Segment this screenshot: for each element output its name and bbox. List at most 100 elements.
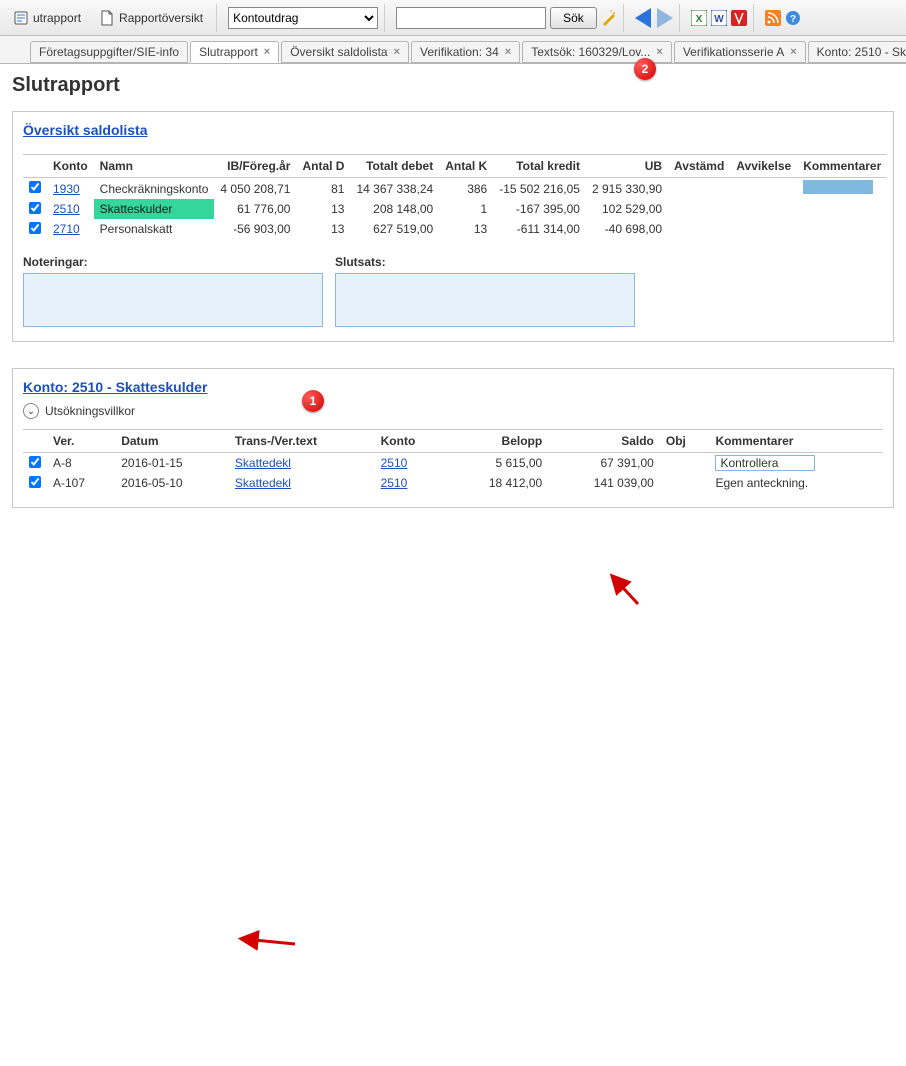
konto-link[interactable]: 2510	[381, 456, 408, 470]
doc-icon	[99, 10, 115, 26]
close-icon[interactable]: ×	[505, 46, 511, 58]
tab-label: Verifikation: 34	[420, 45, 499, 59]
search-input[interactable]	[396, 7, 546, 29]
search-button[interactable]: Sök	[550, 7, 597, 29]
tab[interactable]: Översikt saldolista×	[281, 41, 409, 63]
num-cell: 13	[296, 219, 350, 239]
row-checkbox[interactable]	[29, 202, 41, 214]
table-header: Kommentarer	[797, 155, 887, 178]
saldolista-table: KontoNamnIB/Föreg.årAntal DTotalt debetA…	[23, 154, 887, 239]
table-header: Antal D	[296, 155, 350, 178]
table-header: Saldo	[548, 430, 660, 453]
tab-strip: Företagsuppgifter/SIE-infoSlutrapport×Öv…	[0, 36, 906, 64]
table-header: Avvikelse	[730, 155, 797, 178]
num-cell: 208 148,00	[350, 199, 439, 219]
report-overview-label: Rapportöversikt	[119, 11, 203, 25]
close-icon[interactable]: ×	[264, 46, 270, 58]
table-header: Konto	[375, 430, 447, 453]
tab[interactable]: Företagsuppgifter/SIE-info	[30, 41, 188, 63]
row-checkbox[interactable]	[29, 476, 41, 488]
konto-link[interactable]: 1930	[53, 182, 80, 196]
row-checkbox[interactable]	[29, 456, 41, 468]
kommentar-input[interactable]: Kontrollera	[715, 455, 815, 471]
svg-text:W: W	[714, 14, 724, 25]
konto-link[interactable]: 2510	[381, 476, 408, 490]
close-icon[interactable]: ×	[790, 46, 796, 58]
datum-cell: 2016-01-15	[115, 453, 229, 474]
filter-label: Utsökningsvillkor	[45, 404, 135, 418]
num-cell: 61 776,00	[214, 199, 296, 219]
table-header: Avstämd	[668, 155, 730, 178]
num-cell: 2 915 330,90	[586, 178, 668, 200]
tab-label: Verifikationsserie A	[683, 45, 784, 59]
help-icon[interactable]: ?	[785, 10, 801, 26]
konto-link[interactable]: 2510	[53, 202, 80, 216]
noteringar-box[interactable]	[23, 273, 323, 327]
num-cell: 386	[439, 178, 493, 200]
excel-icon[interactable]: X	[691, 10, 707, 26]
word-icon[interactable]: W	[711, 10, 727, 26]
tab[interactable]: Slutrapport ×	[190, 41, 279, 63]
table-header: Obj	[660, 430, 710, 453]
tab-label: Konto: 2510 - Skatt..	[817, 45, 906, 59]
table-row: 1930Checkräkningskonto4 050 208,718114 3…	[23, 178, 887, 200]
vertext-link[interactable]: Skattedekl	[235, 456, 291, 470]
wand-icon[interactable]	[601, 10, 617, 26]
table-header: Ver.	[47, 430, 115, 453]
kommentar-cell[interactable]	[797, 219, 887, 239]
table-row: 2710Personalskatt-56 903,0013627 519,001…	[23, 219, 887, 239]
vertext-link[interactable]: Skattedekl	[235, 476, 291, 490]
account-table: Ver.DatumTrans-/Ver.textKontoBeloppSaldo…	[23, 429, 883, 493]
table-header: Namn	[94, 155, 215, 178]
table-header: UB	[586, 155, 668, 178]
account-panel: Konto: 2510 - Skatteskulder ⌄ Utsöknings…	[12, 368, 894, 508]
report-icon	[13, 10, 29, 26]
num-cell: -167 395,00	[493, 199, 586, 219]
ver-cell: A-8	[47, 453, 115, 474]
kommentar-cell[interactable]	[797, 199, 887, 219]
next-arrow-icon[interactable]	[657, 8, 673, 28]
pdf-icon[interactable]	[731, 10, 747, 26]
row-checkbox[interactable]	[29, 222, 41, 234]
belopp-cell: 5 615,00	[447, 453, 548, 474]
svg-text:?: ?	[790, 14, 796, 25]
saldo-cell: 67 391,00	[548, 453, 660, 474]
prev-arrow-icon[interactable]	[635, 8, 651, 28]
tab-label: Företagsuppgifter/SIE-info	[39, 45, 179, 59]
table-row: A-1072016-05-10Skattedekl251018 412,0014…	[23, 473, 883, 493]
callout-badge-2: 2	[634, 58, 656, 80]
saldolista-panel: Översikt saldolista KontoNamnIB/Föreg.år…	[12, 111, 894, 342]
num-cell: -611 314,00	[493, 219, 586, 239]
noteringar-label: Noteringar:	[23, 255, 323, 269]
ver-cell: A-107	[47, 473, 115, 493]
report-button[interactable]: utrapport	[6, 7, 88, 29]
report-type-select[interactable]: Kontoutdrag	[228, 7, 378, 29]
num-cell: 102 529,00	[586, 199, 668, 219]
account-title-link[interactable]: Konto: 2510 - Skatteskulder	[23, 379, 207, 395]
slutsats-box[interactable]	[335, 273, 635, 327]
report-overview-button[interactable]: Rapportöversikt	[92, 7, 210, 29]
table-header: Belopp	[447, 430, 548, 453]
svg-text:X: X	[695, 14, 702, 25]
kommentar-cell[interactable]	[797, 178, 887, 200]
tab[interactable]: Verifikationsserie A ×	[674, 41, 806, 63]
top-toolbar: utrapport Rapportöversikt Kontoutdrag Sö…	[0, 0, 906, 36]
chevron-down-icon[interactable]: ⌄	[23, 403, 39, 419]
close-icon[interactable]: ×	[394, 46, 400, 58]
kommentar-cell[interactable]: Egen anteckning.	[709, 473, 883, 493]
tab[interactable]: Konto: 2510 - Skatt..	[808, 41, 906, 63]
tab-label: Slutrapport	[199, 45, 258, 59]
tab-label: Textsök: 160329/Lov...	[531, 45, 650, 59]
table-header: Totalt debet	[350, 155, 439, 178]
konto-link[interactable]: 2710	[53, 222, 80, 236]
close-icon[interactable]: ×	[656, 46, 662, 58]
datum-cell: 2016-05-10	[115, 473, 229, 493]
num-cell: -40 698,00	[586, 219, 668, 239]
num-cell: 81	[296, 178, 350, 200]
row-checkbox[interactable]	[29, 181, 41, 193]
table-row: A-82016-01-15 Skattedekl 2510 5 615,0067 39…	[23, 453, 883, 474]
tab[interactable]: Verifikation: 34 ×	[411, 41, 520, 63]
num-cell: 1	[439, 199, 493, 219]
saldolista-title-link[interactable]: Översikt saldolista	[23, 122, 148, 138]
rss-icon[interactable]	[765, 10, 781, 26]
